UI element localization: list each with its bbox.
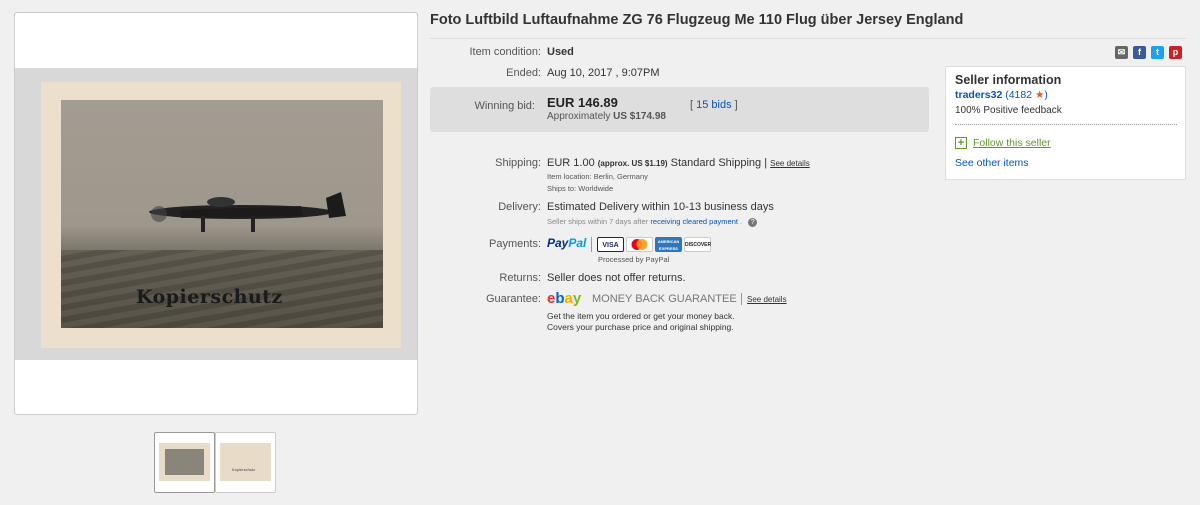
aerial-photo: Kopierschutz [61,100,383,328]
returns-label: Returns: [499,272,541,284]
copy-protection-watermark: Kopierschutz [136,286,283,308]
visa-icon: VISA [597,237,624,252]
approx-price: Approximately US $174.98 [547,111,666,122]
paypal-logo: PayPal [547,236,587,250]
condition-value: Used [547,46,574,58]
payments-label: Payments: [489,238,541,250]
thumbnail-2[interactable]: Kopierschutz [215,432,276,493]
twitter-icon[interactable]: t [1151,46,1164,59]
bid-count[interactable]: [ 15 bids ] [690,99,738,111]
item-title: Foto Luftbild Luftaufnahme ZG 76 Flugzeu… [430,12,964,28]
delivery-note: Seller ships within 7 days after receivi… [547,217,758,227]
item-location: Item location: Berlin, Germany [547,172,648,181]
returns-value: Seller does not offer returns. [547,272,686,284]
processed-by-paypal: Processed by PayPal [598,255,670,264]
ended-value: Aug 10, 2017 , 9:07PM [547,67,660,79]
ebay-logo: ebay [547,290,582,307]
seller-info-title: Seller information [955,73,1062,87]
money-back-guarantee: MONEY BACK GUARANTEE [592,293,737,305]
seller-info-box: Seller information traders32 (4182 ★) 10… [945,66,1186,180]
discover-icon: DISCOVER [684,237,711,252]
title-divider [430,38,1186,39]
delivery-label: Delivery: [498,201,541,213]
amex-icon: AMERICAN EXPRESS [655,237,682,252]
photo-card: Kopierschutz [41,82,401,348]
photo-background: Kopierschutz [15,68,417,360]
pinterest-icon[interactable]: p [1169,46,1182,59]
facebook-icon[interactable]: f [1133,46,1146,59]
seller-name-line[interactable]: traders32 (4182 ★) [955,89,1048,101]
shipping-line: EUR 1.00 (approx. US $1.19) Standard Shi… [547,157,810,169]
bids-link: 15 bids [696,99,732,111]
see-other-items-link[interactable]: See other items [955,157,1029,169]
seller-score[interactable]: (4182 [1005,89,1032,101]
seller-name-link[interactable]: traders32 [955,89,1002,101]
follow-seller-link[interactable]: + Follow this seller [955,137,1051,150]
cleared-payment-link[interactable]: receiving cleared payment [650,217,738,226]
guarantee-line-1: Get the item you ordered or get your mon… [547,311,735,321]
seller-feedback: 100% Positive feedback [955,105,1062,116]
airplane-image [149,192,346,232]
email-icon[interactable]: ✉ [1115,46,1128,59]
mastercard-icon [626,237,653,252]
plus-icon: + [955,137,967,150]
guarantee-label: Guarantee: [485,293,541,305]
guarantee-line-2: Covers your purchase price and original … [547,322,734,332]
help-icon[interactable]: ? [748,218,758,227]
winning-bid-label: Winning bid: [474,100,535,112]
shipping-label: Shipping: [495,157,541,169]
ships-to: Ships to: Worldwide [547,184,614,193]
main-image-panel[interactable]: Kopierschutz [14,12,418,415]
seller-divider [955,124,1177,125]
winning-bid-price: EUR 146.89 [547,95,618,110]
delivery-estimate: Estimated Delivery within 10-13 business… [547,201,774,213]
star-icon: ★ [1034,89,1045,101]
ended-label: Ended: [506,67,541,79]
thumbnail-1[interactable] [154,432,215,493]
shipping-details-link[interactable]: See details [770,159,810,168]
condition-label: Item condition: [469,46,541,58]
guarantee-details-link[interactable]: See details [747,295,787,304]
